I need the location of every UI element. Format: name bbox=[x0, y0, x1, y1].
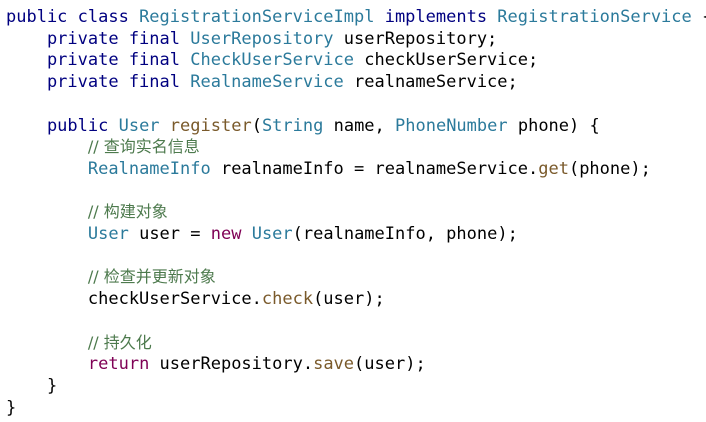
code-token: public class bbox=[6, 7, 140, 27]
code-token: userRepository. bbox=[149, 354, 314, 375]
code-comment: // 检查并更新对象 bbox=[87, 267, 216, 287]
code-token: register bbox=[169, 115, 252, 136]
code-line: } bbox=[6, 375, 57, 397]
code-line: private final UserRepository userReposit… bbox=[6, 28, 497, 50]
code-token: checkUserService; bbox=[354, 50, 539, 71]
code-line: // 构建对象 bbox=[6, 201, 168, 223]
code-token: new bbox=[210, 224, 242, 244]
code-token: RealnameService bbox=[190, 72, 344, 93]
code-token: name, bbox=[323, 115, 396, 136]
code-token: (user); bbox=[354, 354, 426, 375]
code-editor[interactable]: public class RegistrationServiceImpl imp… bbox=[0, 0, 706, 422]
code-token: user = bbox=[128, 224, 211, 244]
code-token: ( bbox=[251, 115, 262, 136]
code-line: public class RegistrationServiceImpl imp… bbox=[6, 6, 706, 28]
code-token: RealnameInfo bbox=[87, 158, 211, 179]
code-comment: // 查询实名信息 bbox=[87, 137, 200, 157]
code-comment: // 构建对象 bbox=[87, 202, 168, 222]
code-line: checkUserService.check(user); bbox=[6, 288, 385, 310]
code-token: get bbox=[538, 158, 569, 179]
code-token: realnameInfo = realnameService. bbox=[210, 158, 539, 179]
code-token: String bbox=[261, 115, 324, 136]
code-line: // 检查并更新对象 bbox=[6, 266, 216, 288]
code-token: { bbox=[692, 7, 706, 27]
code-token: private final bbox=[6, 28, 191, 49]
code-token: User bbox=[87, 224, 129, 244]
code-token: private final bbox=[6, 72, 191, 93]
code-line: } bbox=[6, 397, 16, 419]
code-line: private final RealnameService realnameSe… bbox=[6, 71, 518, 93]
code-token: implements bbox=[374, 7, 498, 27]
code-token: UserRepository bbox=[190, 28, 334, 49]
code-token: private final bbox=[6, 50, 191, 71]
code-token: } bbox=[6, 375, 58, 396]
code-token: (phone); bbox=[568, 158, 651, 179]
code-token: public bbox=[6, 115, 119, 136]
code-token: RegistrationService bbox=[497, 7, 692, 27]
code-token: (user); bbox=[313, 289, 385, 310]
code-token: (realnameInfo, phone); bbox=[292, 224, 518, 244]
code-token: checkUserService. bbox=[6, 289, 262, 310]
code-token: PhoneNumber bbox=[395, 115, 508, 136]
code-line: User user = new User(realnameInfo, phone… bbox=[6, 223, 518, 245]
code-token: return bbox=[87, 354, 150, 375]
code-token: save bbox=[313, 354, 355, 375]
code-line: return userRepository.save(user); bbox=[6, 353, 426, 375]
code-token: RegistrationServiceImpl bbox=[139, 7, 375, 27]
code-line: RealnameInfo realnameInfo = realnameServ… bbox=[6, 158, 651, 180]
code-token: phone) { bbox=[507, 115, 600, 136]
code-token: realnameService; bbox=[343, 72, 518, 93]
code-token: User bbox=[251, 224, 293, 244]
code-token: check bbox=[261, 289, 314, 310]
code-line: // 查询实名信息 bbox=[6, 136, 200, 158]
code-line: public User register(String name, PhoneN… bbox=[6, 115, 600, 137]
code-line: private final CheckUserService checkUser… bbox=[6, 49, 538, 71]
code-token: } bbox=[6, 397, 17, 418]
code-line: // 持久化 bbox=[6, 332, 152, 354]
code-token: userRepository; bbox=[333, 28, 498, 49]
code-token: User bbox=[118, 115, 160, 136]
code-token: CheckUserService bbox=[190, 50, 354, 71]
code-comment: // 持久化 bbox=[87, 332, 152, 352]
